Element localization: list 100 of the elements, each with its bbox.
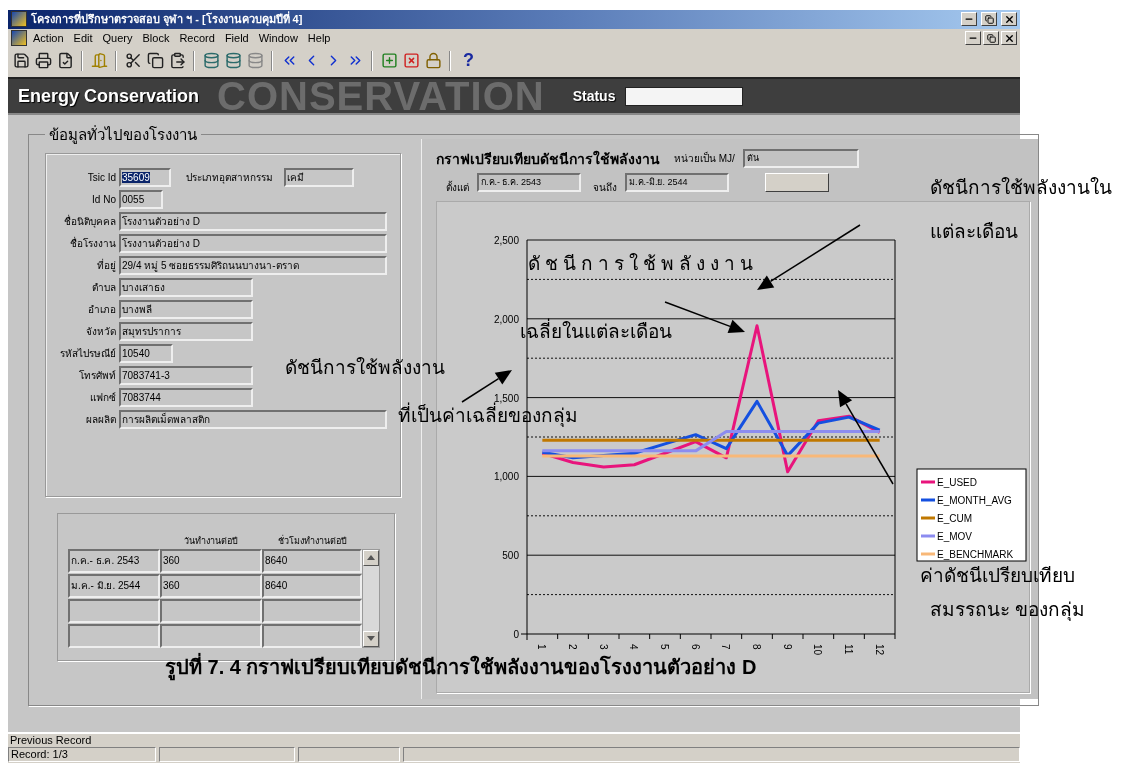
legend-label: E_MONTH_AVG: [937, 494, 1013, 506]
table-cell[interactable]: [160, 623, 262, 648]
x-tick-label: 6: [689, 643, 701, 650]
scrollbar[interactable]: [362, 548, 380, 648]
to-label: จนถึง: [593, 180, 617, 195]
text-field[interactable]: เคมี: [284, 167, 354, 187]
up-arrow-icon: [367, 555, 375, 561]
checklist-icon: [56, 52, 74, 70]
toolbar-button[interactable]: [123, 50, 143, 71]
minimize-button[interactable]: [961, 12, 977, 27]
text-field[interactable]: บางเสาธง: [119, 277, 253, 297]
scroll-down-button[interactable]: [363, 630, 379, 647]
field-label: ประเภทอุตสาหกรรม: [186, 170, 273, 185]
table-cell[interactable]: [160, 598, 262, 623]
table-cell[interactable]: ม.ค.- มิ.ย. 2544: [68, 573, 160, 598]
menu-item[interactable]: Help: [303, 32, 335, 45]
close-icon: [1003, 32, 1015, 44]
x-tick-label: 12: [873, 643, 885, 655]
field-label: แฟกซ์: [89, 390, 116, 405]
restore-button[interactable]: [983, 31, 999, 46]
help-button[interactable]: ?: [457, 50, 480, 72]
text-field[interactable]: โรงงานตัวอย่าง D: [119, 211, 387, 231]
toolbar-button[interactable]: [33, 50, 53, 71]
text-field[interactable]: การผลิตเม็ดพลาสติก: [119, 409, 387, 429]
legend-item: E_CUM: [921, 512, 972, 524]
table-cell[interactable]: 360: [160, 573, 262, 598]
table-cell[interactable]: 8640: [262, 548, 362, 573]
text-field[interactable]: สมุทรปราการ: [119, 321, 253, 341]
menu-item[interactable]: Edit: [69, 32, 97, 45]
annotation-text: ค่าดัชนีเปรียบเทียบ: [920, 564, 1075, 588]
field-label: จังหวัด: [85, 324, 116, 339]
minimize-button[interactable]: [965, 31, 981, 46]
text-field[interactable]: 10540: [119, 343, 173, 363]
text-field[interactable]: 35609: [119, 167, 171, 187]
text-field[interactable]: บางพลี: [119, 299, 253, 319]
x-tick-label: 1: [536, 643, 548, 650]
x-tick-label: 4: [628, 643, 640, 650]
legend-item: E_BENCHMARK: [921, 548, 1014, 560]
from-label: ตั้งแต่: [446, 179, 469, 195]
text-field[interactable]: 7083741-3: [119, 365, 253, 385]
restore-icon: [986, 33, 996, 43]
x-tick-label: 3: [597, 643, 609, 650]
field-label: Id No: [91, 193, 116, 205]
app-icon: [11, 11, 27, 28]
table-cell[interactable]: [262, 623, 362, 648]
restore-button[interactable]: [981, 12, 997, 27]
field-label: ที่อยู่: [96, 257, 116, 273]
text-field[interactable]: 7083744: [119, 387, 253, 407]
column-header: วันทำงานต่อปี: [183, 534, 239, 548]
table-cell[interactable]: [262, 598, 362, 623]
annotation-text: สมรรถนะ ของกลุ่ม: [930, 598, 1086, 622]
annotation-text: ดัชนีการใช้พลังงาน: [528, 252, 758, 276]
lock-icon: [424, 52, 442, 70]
table-cell[interactable]: 360: [160, 548, 262, 573]
table-cell[interactable]: ก.ค.- ธ.ค. 2543: [68, 548, 160, 573]
table-cell[interactable]: 8640: [262, 573, 362, 598]
x-tick-label: 10: [812, 643, 824, 655]
window-title: โครงการที่ปรึกษาตรวจสอบ จุฬา ฯ - [โรงงานควบคุมปีที่ 4]: [31, 10, 304, 28]
text-field[interactable]: 0055: [119, 189, 163, 209]
table-cell[interactable]: [68, 623, 160, 648]
menu-item[interactable]: Block: [138, 32, 174, 45]
add-record-icon: [380, 52, 398, 70]
menu-item[interactable]: Record: [175, 32, 219, 45]
from-field[interactable]: ก.ค.- ธ.ค. 2543: [477, 173, 581, 193]
menu-item[interactable]: Field: [220, 32, 253, 45]
paste-icon: [168, 52, 186, 70]
save-icon: [12, 52, 30, 70]
field-label: โทรศัพท์: [78, 368, 116, 383]
x-tick-label: 11: [843, 643, 854, 655]
database-icon: [202, 52, 220, 70]
cut-icon: [124, 52, 142, 70]
record-indicator: Record: 1/3: [8, 746, 156, 762]
database-icon: [246, 52, 264, 70]
status-field[interactable]: [625, 86, 744, 106]
down-arrow-icon: [367, 636, 375, 642]
door-icon: [90, 52, 108, 70]
text-field[interactable]: โรงงานตัวอย่าง D: [119, 233, 387, 253]
close-button[interactable]: [1001, 31, 1017, 46]
table-cell[interactable]: [68, 598, 160, 623]
toolbar-button[interactable]: [11, 50, 31, 71]
unit-field[interactable]: ตัน: [742, 149, 859, 169]
to-field[interactable]: ม.ค.-มิ.ย. 2544: [625, 173, 729, 193]
legend-label: E_CUM: [937, 512, 973, 524]
legend-item: E_USED: [921, 476, 977, 488]
app-icon: [11, 30, 27, 47]
banner-title: Energy Conservation: [18, 85, 200, 107]
y-tick-label: 1,500: [493, 392, 519, 404]
text-field[interactable]: 29/4 หมู่ 5 ซอยธรรมศิริถนนบางนา-ตราด: [119, 255, 387, 275]
annotation-text: ที่เป็นค่าเฉลี่ยของกลุ่ม: [398, 404, 578, 428]
toolbar-button[interactable]: [145, 50, 165, 71]
chart-button[interactable]: [765, 173, 829, 193]
menu-item[interactable]: Query: [98, 32, 137, 45]
menu-item[interactable]: Window: [254, 32, 302, 45]
delete-record-icon: [402, 52, 420, 70]
y-tick-label: 1,000: [493, 471, 519, 483]
x-tick-label: 7: [720, 643, 732, 650]
close-icon: [1003, 13, 1015, 25]
scroll-up-button[interactable]: [363, 549, 379, 566]
close-button[interactable]: [1001, 12, 1017, 27]
menu-item[interactable]: Action: [29, 32, 68, 45]
